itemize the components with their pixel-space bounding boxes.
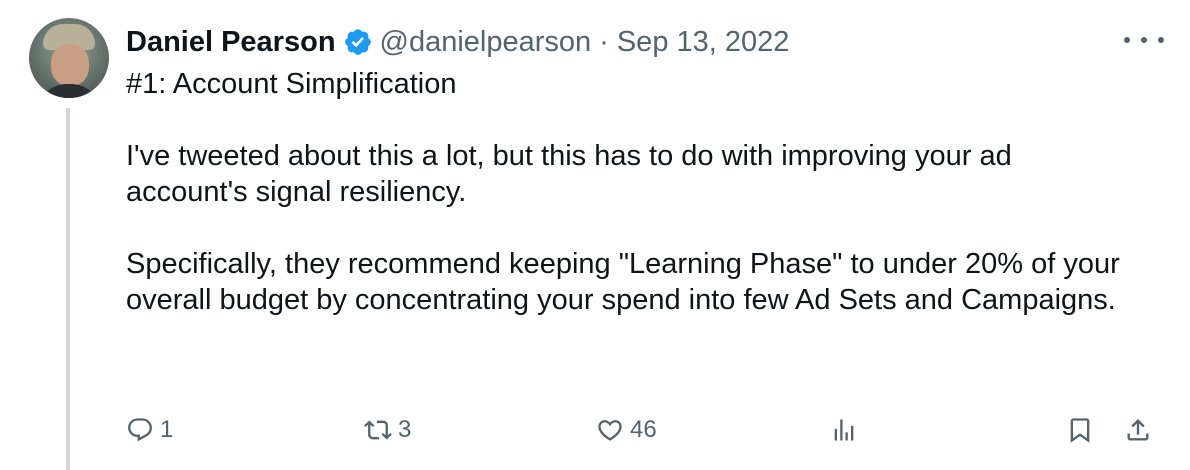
- retweet-icon: [364, 420, 392, 440]
- avatar[interactable]: [29, 18, 109, 98]
- share-icon: [1127, 419, 1149, 441]
- bookmark-icon: [1070, 418, 1090, 443]
- tweet-paragraph: I've tweeted about this a lot, but this …: [126, 140, 1012, 208]
- analytics-icon: [834, 419, 854, 441]
- reply-button[interactable]: 1: [126, 410, 173, 450]
- separator-dot: ·: [599, 25, 609, 58]
- author-handle[interactable]: @danielpearson: [380, 26, 592, 59]
- thread-line: [66, 108, 70, 470]
- reply-count: 1: [160, 416, 174, 443]
- verified-badge-icon: [344, 29, 371, 55]
- retweet-button[interactable]: 3: [364, 410, 411, 450]
- share-button[interactable]: [1124, 410, 1152, 450]
- views-button[interactable]: [830, 410, 858, 450]
- more-dot: [1141, 37, 1147, 43]
- more-dot: [1158, 37, 1164, 43]
- tweet-header: Daniel Pearson @danielpearson · Sep 13, …: [126, 22, 789, 62]
- retweet-count: 3: [398, 416, 412, 443]
- avatar-face: [51, 44, 89, 86]
- heart-icon: [598, 420, 622, 441]
- avatar-shirt: [37, 84, 101, 98]
- bookmark-button[interactable]: [1066, 410, 1094, 450]
- tweet-date[interactable]: Sep 13, 2022: [617, 26, 790, 59]
- tweet-actions: 1 3 46: [126, 410, 1166, 450]
- tweet-text: #1: Account Simplification I've tweeted …: [126, 66, 1136, 318]
- author-name[interactable]: Daniel Pearson: [126, 26, 336, 59]
- more-options-icon[interactable]: [1124, 28, 1164, 52]
- more-dot: [1124, 37, 1130, 43]
- like-button[interactable]: 46: [596, 410, 657, 450]
- reply-icon: [128, 418, 152, 442]
- like-count: 46: [630, 416, 657, 443]
- tweet-paragraph: #1: Account Simplification: [126, 68, 457, 100]
- tweet-paragraph: Specifically, they recommend keeping "Le…: [126, 248, 1120, 316]
